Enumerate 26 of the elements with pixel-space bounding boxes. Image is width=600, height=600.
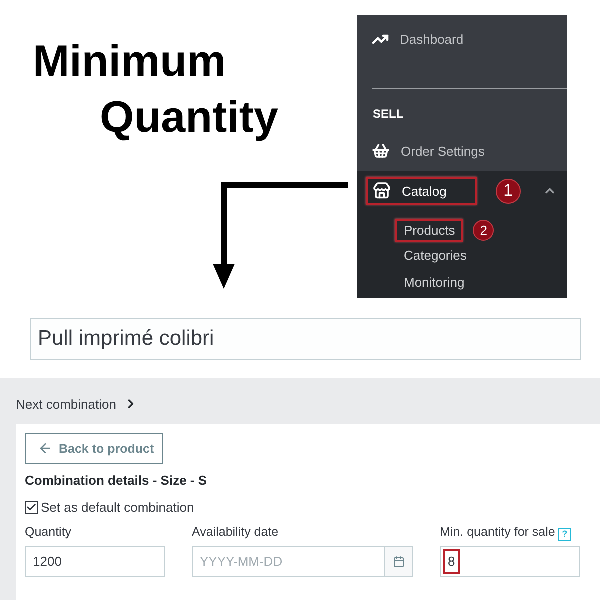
field-label: Min. quantity for sale: [440, 525, 556, 539]
section-heading: Combination details - Size - S: [25, 473, 208, 489]
next-combination-link[interactable]: Next combination: [16, 396, 138, 412]
field-label: Quantity: [25, 525, 72, 539]
section-title: SELL: [372, 106, 404, 123]
field-value: 8: [443, 549, 460, 574]
heading-text: Minimum: [32, 37, 226, 87]
number-badge: 1: [496, 178, 521, 204]
submenu-item[interactable]: Monitoring: [395, 271, 473, 294]
menu-item[interactable]: Catalog: [366, 177, 477, 205]
input-field[interactable]: 1200: [25, 546, 165, 577]
field-label: Availability date: [192, 525, 279, 539]
submenu-item[interactable]: Products: [395, 218, 464, 242]
checkbox[interactable]: [25, 500, 38, 514]
checkbox-label: Set as default combination: [41, 500, 194, 514]
field-value: 1200: [33, 553, 62, 571]
back-button[interactable]: Back to product: [25, 433, 163, 464]
product-name-field[interactable]: Pull imprimé colibri: [30, 318, 581, 360]
menu-item[interactable]: Order Settings: [372, 142, 485, 160]
basket-icon: [372, 142, 390, 160]
number-badge: 2: [473, 220, 494, 240]
store-icon: [373, 182, 391, 200]
heading-text: Quantity: [99, 93, 278, 143]
menu-item[interactable]: Dashboard: [372, 30, 464, 48]
submenu-item[interactable]: Categories: [395, 244, 475, 267]
input-field[interactable]: 8: [440, 546, 580, 577]
